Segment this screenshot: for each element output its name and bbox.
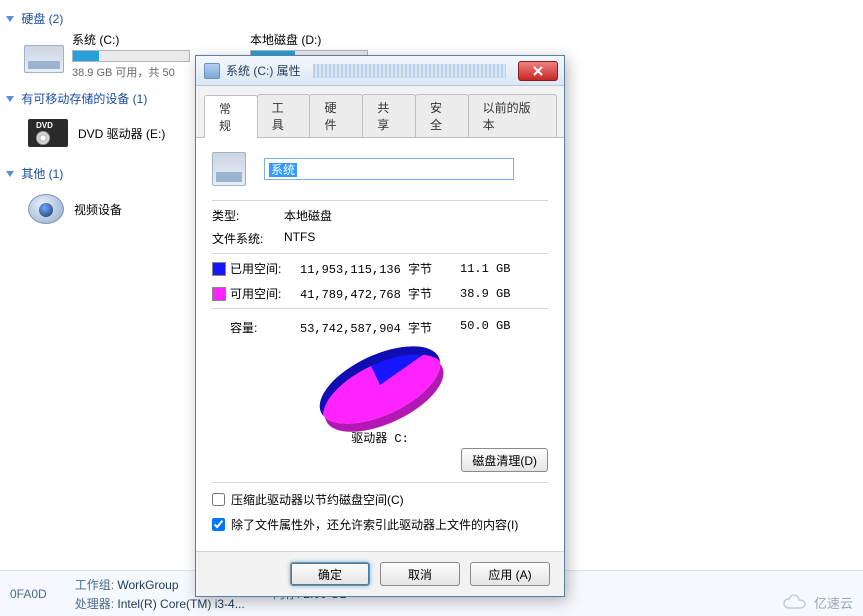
pie-icon (308, 330, 451, 439)
cancel-button[interactable]: 取消 (380, 562, 460, 586)
cpu-key: 处理器: (75, 597, 114, 611)
index-label: 除了文件属性外，还允许索引此驱动器上文件的内容(I) (231, 516, 518, 533)
fs-label: 文件系统: (212, 230, 284, 247)
drive-name-value: 系统 (269, 163, 297, 177)
drive-c[interactable]: 系统 (C:) 38.9 GB 可用，共 50 (24, 31, 190, 80)
apply-button[interactable]: 应用 (A) (470, 562, 550, 586)
cpu-value: Intel(R) Core(TM) i3-4... (117, 597, 244, 611)
drive-name-input[interactable]: 系统 (264, 158, 514, 180)
type-label: 类型: (212, 207, 284, 224)
dialog-titlebar[interactable]: 系统 (C:) 属性 (196, 56, 564, 86)
general-panel: 系统 类型: 本地磁盘 文件系统: NTFS 已用空间: 11,953,115,… (196, 138, 564, 551)
chevron-down-icon (6, 16, 14, 22)
dialog-button-row: 确定 取消 应用 (A) (196, 551, 564, 596)
webcam-icon (28, 194, 64, 224)
capacity-gb: 50.0 GB (460, 319, 520, 336)
cloud-icon (782, 594, 808, 612)
index-checkbox-row[interactable]: 除了文件属性外，还允许索引此驱动器上文件的内容(I) (212, 516, 548, 533)
chevron-down-icon (6, 96, 14, 102)
free-swatch (212, 287, 226, 301)
tab-hardware[interactable]: 硬件 (309, 94, 363, 137)
compress-label: 压缩此驱动器以节约磁盘空间(C) (231, 491, 404, 508)
hdd-icon (212, 152, 246, 186)
drive-c-free-text: 38.9 GB 可用，共 50 (72, 64, 190, 80)
tab-strip: 常规 工具 硬件 共享 安全 以前的版本 (196, 86, 564, 138)
used-swatch (212, 262, 226, 276)
used-label: 已用空间: (230, 260, 300, 277)
type-value: 本地磁盘 (284, 207, 332, 224)
video-label: 视频设备 (74, 201, 122, 218)
tab-security[interactable]: 安全 (415, 94, 469, 137)
dvd-icon (28, 119, 68, 147)
dvd-label: DVD 驱动器 (E:) (78, 125, 165, 142)
close-button[interactable] (518, 61, 558, 81)
group-other-title: 其他 (1) (21, 167, 63, 181)
tab-tools[interactable]: 工具 (257, 94, 311, 137)
separator (212, 200, 548, 201)
watermark-text: 亿速云 (814, 593, 853, 612)
disk-cleanup-button[interactable]: 磁盘清理(D) (461, 448, 548, 472)
tab-previous[interactable]: 以前的版本 (468, 94, 557, 137)
workgroup-value: WorkGroup (117, 578, 178, 592)
close-icon (532, 66, 544, 76)
drive-c-capacity-bar (72, 50, 190, 62)
used-gb: 11.1 GB (460, 262, 520, 276)
separator (212, 253, 548, 254)
compress-checkbox[interactable] (212, 493, 225, 506)
separator (212, 308, 548, 309)
free-label: 可用空间: (230, 285, 300, 302)
hdd-icon (24, 45, 64, 73)
fs-value: NTFS (284, 230, 315, 247)
group-hdd-title: 硬盘 (2) (21, 12, 63, 26)
properties-dialog: 系统 (C:) 属性 常规 工具 硬件 共享 安全 以前的版本 系统 类型: 本… (195, 55, 565, 597)
group-removable-title: 有可移动存储的设备 (1) (21, 92, 147, 106)
capacity-label: 容量: (212, 319, 300, 336)
free-bytes: 41,789,472,768 字节 (300, 285, 460, 302)
tab-sharing[interactable]: 共享 (362, 94, 416, 137)
group-hdd-header[interactable]: 硬盘 (2) (4, 6, 863, 31)
free-gb: 38.9 GB (460, 287, 520, 301)
compress-checkbox-row[interactable]: 压缩此驱动器以节约磁盘空间(C) (212, 491, 548, 508)
separator (212, 482, 548, 483)
status-id: 0FA0D (10, 587, 47, 601)
watermark: 亿速云 (782, 593, 853, 612)
drive-d-label: 本地磁盘 (D:) (250, 31, 368, 48)
dialog-title: 系统 (C:) 属性 (226, 62, 301, 79)
drive-icon (204, 63, 220, 79)
index-checkbox[interactable] (212, 518, 225, 531)
titlebar-decoration (313, 64, 506, 78)
tab-general[interactable]: 常规 (204, 95, 258, 138)
used-bytes: 11,953,115,136 字节 (300, 260, 460, 277)
chevron-down-icon (6, 171, 14, 177)
capacity-pie-chart: 驱动器 C: (212, 342, 548, 428)
space-grid: 已用空间: 11,953,115,136 字节 11.1 GB 可用空间: 41… (212, 260, 548, 302)
workgroup-key: 工作组: (75, 578, 114, 592)
pie-label: 驱动器 C: (212, 429, 548, 446)
capacity-bytes: 53,742,587,904 字节 (300, 319, 460, 336)
drive-c-label: 系统 (C:) (72, 31, 190, 48)
ok-button[interactable]: 确定 (290, 562, 370, 586)
